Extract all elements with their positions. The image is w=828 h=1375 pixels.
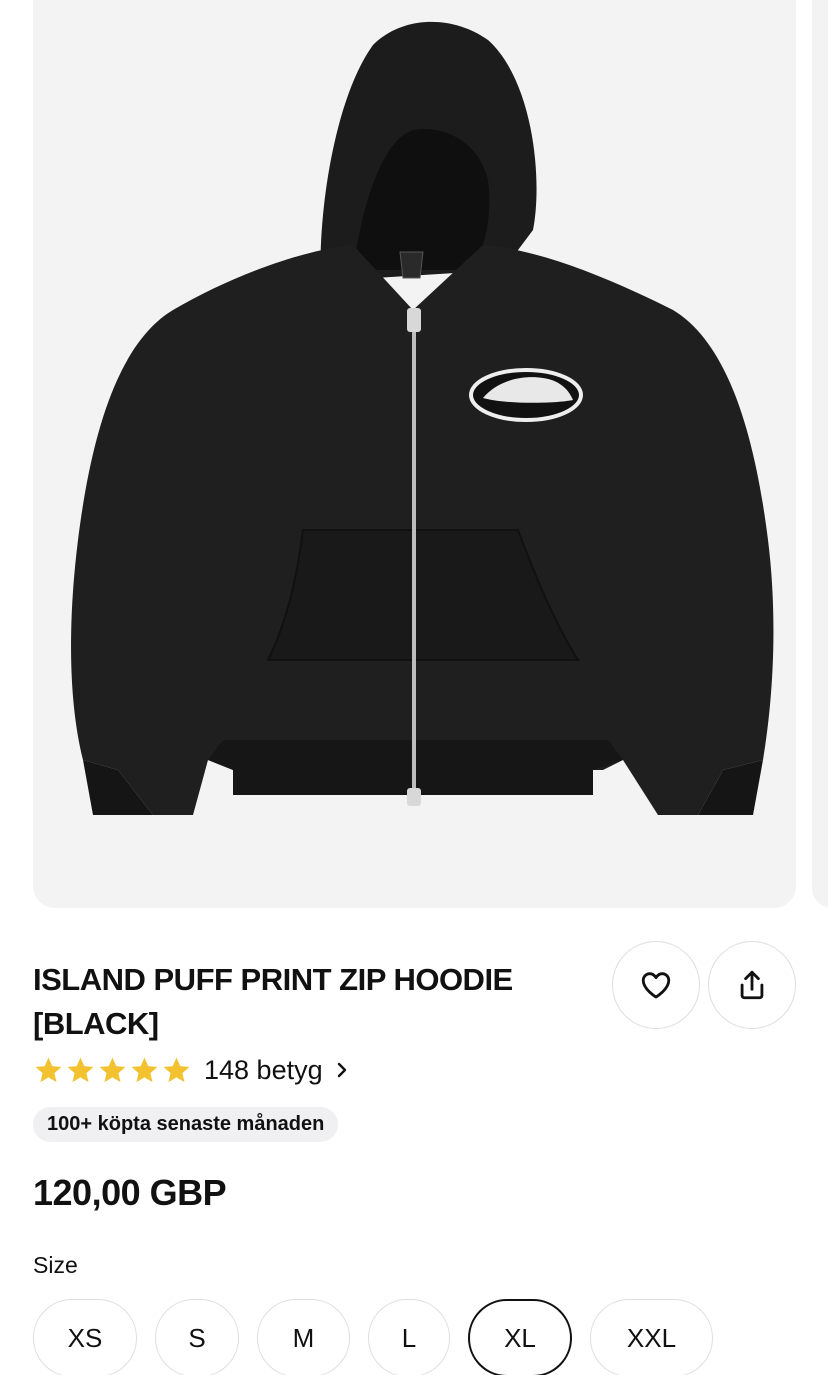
size-option-xs[interactable]: XS [33,1299,137,1375]
star-icon [35,1057,62,1082]
star-icon [131,1057,158,1082]
size-label: Size [33,1252,78,1278]
product-price: 120,00 GBP [33,1172,227,1213]
heart-icon [641,972,671,999]
purchase-count-badge: 100+ köpta senaste månaden [33,1107,339,1142]
size-option-m[interactable]: M [257,1299,350,1375]
share-button[interactable] [708,941,796,1029]
product-image-gallery[interactable] [0,0,828,910]
star-icon [163,1057,190,1082]
product-image [71,21,774,815]
rating-stars [33,1055,192,1086]
rating-count[interactable]: 148 betyg [204,1055,323,1086]
size-option-xxl[interactable]: XXL [590,1299,713,1375]
next-image-card[interactable] [812,0,828,908]
star-icon [67,1057,94,1082]
rating-row[interactable]: 148 betyg [33,1052,349,1088]
chevron-right-icon[interactable] [335,1060,349,1080]
product-image-card[interactable] [33,0,796,908]
size-option-s[interactable]: S [155,1299,239,1375]
share-icon [740,970,764,1000]
size-option-l[interactable]: L [368,1299,450,1375]
product-title: ISLAND PUFF PRINT ZIP HOODIE [BLACK] [33,962,513,1041]
favorite-button[interactable] [612,941,700,1029]
star-icon [99,1057,126,1082]
size-option-xl[interactable]: XL [468,1299,572,1375]
